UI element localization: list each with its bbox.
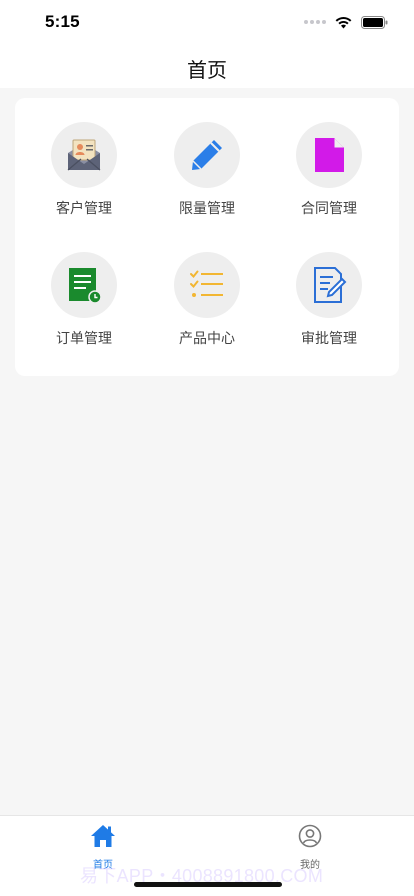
checklist-icon <box>190 270 223 297</box>
grid-item-label: 订单管理 <box>56 331 112 347</box>
grid-icon-circle <box>174 252 240 318</box>
page-title: 首页 <box>187 58 227 82</box>
grid-item-order-management[interactable]: 订单管理 <box>29 252 139 362</box>
grid-icon-circle <box>174 122 240 188</box>
status-bar: 5:15 <box>0 0 414 46</box>
grid-item-limit-management[interactable]: 限量管理 <box>152 122 262 232</box>
grid-icon-circle <box>296 252 362 318</box>
nav-header: 首页 <box>0 46 414 88</box>
grid-item-label: 审批管理 <box>301 331 357 347</box>
battery-icon <box>361 15 388 29</box>
document-icon <box>315 138 344 172</box>
grid-item-product-center[interactable]: 产品中心 <box>152 252 262 362</box>
order-list-icon <box>69 268 102 304</box>
wifi-icon <box>335 16 352 28</box>
profile-icon <box>298 824 322 848</box>
signal-icon <box>304 20 326 24</box>
grid-item-label: 客户管理 <box>56 201 112 217</box>
customer-mail-icon <box>67 139 101 171</box>
grid-item-label: 限量管理 <box>179 201 235 217</box>
grid-item-contract-management[interactable]: 合同管理 <box>274 122 384 232</box>
grid-item-customer-management[interactable]: 客户管理 <box>29 122 139 232</box>
function-grid-card: 客户管理 限量管理 合同管理 订单管理 产品中心 审批管理 <box>15 98 399 376</box>
pencil-icon <box>192 140 222 170</box>
grid-icon-circle <box>51 252 117 318</box>
grid-item-approval-management[interactable]: 审批管理 <box>274 252 384 362</box>
grid-icon-circle <box>296 122 362 188</box>
approval-edit-icon <box>314 267 347 303</box>
home-icon <box>91 825 115 847</box>
status-time: 5:15 <box>45 12 80 31</box>
status-indicators <box>304 14 388 30</box>
home-indicator <box>134 882 282 887</box>
grid-icon-circle <box>51 122 117 188</box>
grid-item-label: 合同管理 <box>301 201 357 217</box>
grid-item-label: 产品中心 <box>179 331 235 347</box>
